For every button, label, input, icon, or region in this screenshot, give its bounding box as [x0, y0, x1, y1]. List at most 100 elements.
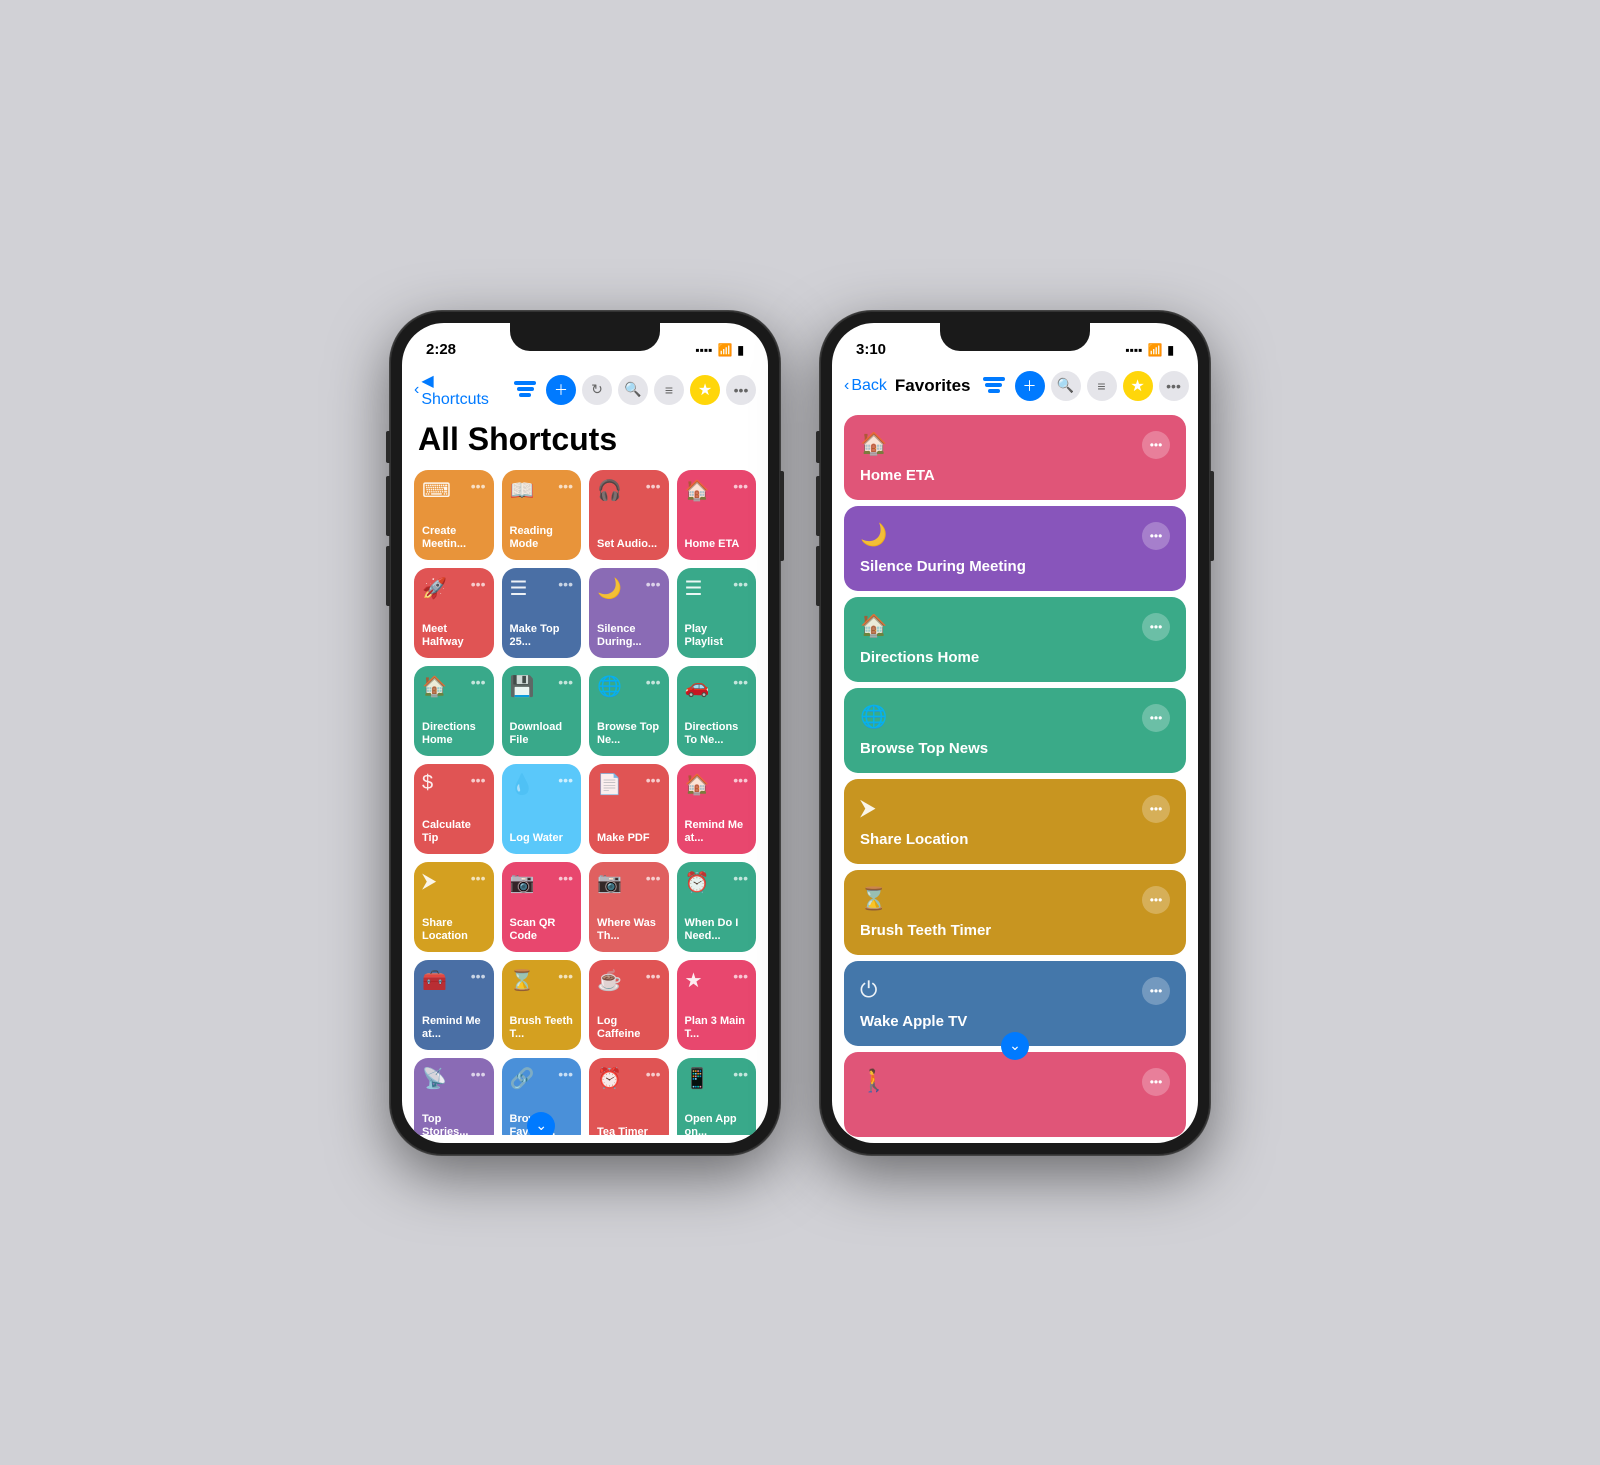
favorite-item[interactable]: 🏠 ••• Home ETA [844, 415, 1186, 500]
tile-menu-icon[interactable]: ••• [646, 674, 661, 690]
favorite-item[interactable]: 🚶 ••• [844, 1052, 1186, 1137]
shortcut-tile[interactable]: 🌐 ••• Browse Top Ne... [589, 666, 669, 756]
shortcut-tile[interactable]: 🔗 ••• Browse Favorit... ⌄ [502, 1058, 582, 1135]
tile-menu-icon[interactable]: ••• [558, 478, 573, 494]
tile-menu-icon[interactable]: ••• [471, 674, 486, 690]
fav-menu-icon[interactable]: ••• [1142, 886, 1170, 914]
shortcut-tile[interactable]: ⮞ ••• Share Location [414, 862, 494, 952]
fav-menu-icon[interactable]: ••• [1142, 704, 1170, 732]
favorite-item[interactable]: 🌙 ••• Silence During Meeting [844, 506, 1186, 591]
shortcut-tile[interactable]: ☰ ••• Make Top 25... [502, 568, 582, 658]
tile-menu-icon[interactable]: ••• [646, 968, 661, 984]
tile-menu-icon[interactable]: ••• [733, 576, 748, 592]
tile-menu-icon[interactable]: ••• [471, 870, 486, 886]
shortcut-tile[interactable]: ⌨ ••• Create Meetin... [414, 470, 494, 560]
shortcut-tile[interactable]: ☕ ••• Log Caffeine [589, 960, 669, 1050]
tile-icon: ⮞ [422, 870, 436, 893]
star-icon-1[interactable]: ★ [690, 375, 720, 405]
fav-menu-icon[interactable]: ••• [1142, 977, 1170, 1005]
search-icon-1[interactable]: 🔍 [618, 375, 648, 405]
shortcut-tile[interactable]: 🚗 ••• Directions To Ne... [677, 666, 757, 756]
tile-menu-icon[interactable]: ••• [471, 576, 486, 592]
shortcut-tile[interactable]: ⏰ ••• Tea Timer [589, 1058, 669, 1135]
shortcut-tile[interactable]: 💧 ••• Log Water [502, 764, 582, 854]
shortcut-tile[interactable]: 📖 ••• Reading Mode [502, 470, 582, 560]
search-icon-2[interactable]: 🔍 [1051, 371, 1081, 401]
layers-icon-1[interactable] [510, 375, 540, 405]
tile-menu-icon[interactable]: ••• [558, 576, 573, 592]
fav-menu-icon[interactable]: ••• [1142, 795, 1170, 823]
add-icon-2[interactable]: ＋ [1015, 371, 1045, 401]
tile-menu-icon[interactable]: ••• [646, 870, 661, 886]
tile-menu-icon[interactable]: ••• [646, 478, 661, 494]
tile-icon: 🏠 [685, 772, 710, 797]
tile-menu-icon[interactable]: ••• [733, 870, 748, 886]
favorite-item[interactable]: 🏠 ••• Directions Home [844, 597, 1186, 682]
fav-menu-icon[interactable]: ••• [1142, 431, 1170, 459]
tile-menu-icon[interactable]: ••• [558, 1066, 573, 1082]
favorite-item[interactable]: ⏻ ••• Wake Apple TV ⌄ [844, 961, 1186, 1046]
shortcut-tile[interactable]: ⌛ ••• Brush Teeth T... [502, 960, 582, 1050]
shortcut-tile[interactable]: 📷 ••• Where Was Th... [589, 862, 669, 952]
tile-menu-icon[interactable]: ••• [646, 1066, 661, 1082]
tile-menu-icon[interactable]: ••• [733, 968, 748, 984]
tile-menu-icon[interactable]: ••• [733, 1066, 748, 1082]
tile-menu-icon[interactable]: ••• [471, 478, 486, 494]
tile-menu-icon[interactable]: ••• [646, 576, 661, 592]
star-icon-2[interactable]: ★ [1123, 371, 1153, 401]
back-button-2[interactable]: ‹ Back [844, 377, 887, 395]
tile-menu-icon[interactable]: ••• [558, 772, 573, 788]
favorite-item[interactable]: ⌛ ••• Brush Teeth Timer [844, 870, 1186, 955]
tile-menu-icon[interactable]: ••• [471, 772, 486, 788]
shortcut-tile[interactable]: 📄 ••• Make PDF [589, 764, 669, 854]
layers-icon-2[interactable] [979, 371, 1009, 401]
shortcut-tile[interactable]: 🏠 ••• Home ETA [677, 470, 757, 560]
shortcut-tile[interactable]: $ ••• Calculate Tip [414, 764, 494, 854]
fav-icon: 🚶 [860, 1068, 887, 1094]
tile-menu-icon[interactable]: ••• [733, 478, 748, 494]
tile-menu-icon[interactable]: ••• [558, 674, 573, 690]
shortcut-tile[interactable]: 🏠 ••• Remind Me at... [677, 764, 757, 854]
tile-menu-icon[interactable]: ••• [471, 968, 486, 984]
shortcut-tile[interactable]: 💾 ••• Download File [502, 666, 582, 756]
menu-icon-1[interactable]: ≡ [654, 375, 684, 405]
tile-menu-icon[interactable]: ••• [733, 772, 748, 788]
shortcut-tile[interactable]: 🚀 ••• Meet Halfway [414, 568, 494, 658]
fav-menu-icon[interactable]: ••• [1142, 1068, 1170, 1096]
tile-icon: ☰ [510, 576, 528, 601]
tile-menu-icon[interactable]: ••• [558, 968, 573, 984]
tile-label: Home ETA [685, 538, 749, 551]
refresh-icon-1[interactable]: ↻ [582, 375, 612, 405]
tile-menu-icon[interactable]: ••• [646, 772, 661, 788]
back-button-1[interactable]: ‹ ◀ Shortcuts [414, 371, 494, 409]
scroll-down-badge[interactable]: ⌄ [1001, 1032, 1029, 1060]
tile-menu-icon[interactable]: ••• [471, 1066, 486, 1082]
shortcut-tile[interactable]: ★ ••• Plan 3 Main T... [677, 960, 757, 1050]
shortcut-tile[interactable]: 📱 ••• Open App on... [677, 1058, 757, 1135]
fav-menu-icon[interactable]: ••• [1142, 522, 1170, 550]
fav-top: ⮞ ••• [860, 795, 1170, 823]
fav-icon: 🏠 [860, 613, 887, 639]
shortcut-tile[interactable]: 📡 ••• Top Stories... [414, 1058, 494, 1135]
tile-menu-icon[interactable]: ••• [733, 674, 748, 690]
favorite-item[interactable]: 🌐 ••• Browse Top News [844, 688, 1186, 773]
shortcut-tile[interactable]: 🎧 ••• Set Audio... [589, 470, 669, 560]
more-icon-1[interactable]: ••• [726, 375, 756, 405]
add-icon-1[interactable]: ＋ [546, 375, 576, 405]
shortcut-tile[interactable]: 📷 ••• Scan QR Code [502, 862, 582, 952]
nav-bar-2: ‹ Back Favorites ＋ 🔍 ≡ ★ ••• [832, 367, 1198, 409]
menu-icon-2[interactable]: ≡ [1087, 371, 1117, 401]
shortcut-tile[interactable]: 🧰 ••• Remind Me at... [414, 960, 494, 1050]
favorite-item[interactable]: ⮞ ••• Share Location [844, 779, 1186, 864]
shortcut-tile[interactable]: ⏰ ••• When Do I Need... [677, 862, 757, 952]
fav-label: Browse Top News [860, 740, 1170, 757]
tile-menu-icon[interactable]: ••• [558, 870, 573, 886]
shortcut-tile[interactable]: 🏠 ••• Directions Home [414, 666, 494, 756]
tile-label: Top Stories... [422, 1113, 486, 1134]
shortcut-tile[interactable]: ☰ ••• Play Playlist [677, 568, 757, 658]
shortcut-tile[interactable]: 🌙 ••• Silence During... [589, 568, 669, 658]
more-icon-2[interactable]: ••• [1159, 371, 1189, 401]
nav-bar-1: ‹ ◀ Shortcuts ＋ ↻ 🔍 ≡ ★ ••• [402, 367, 768, 417]
fav-menu-icon[interactable]: ••• [1142, 613, 1170, 641]
tile-label: Scan QR Code [510, 917, 574, 943]
